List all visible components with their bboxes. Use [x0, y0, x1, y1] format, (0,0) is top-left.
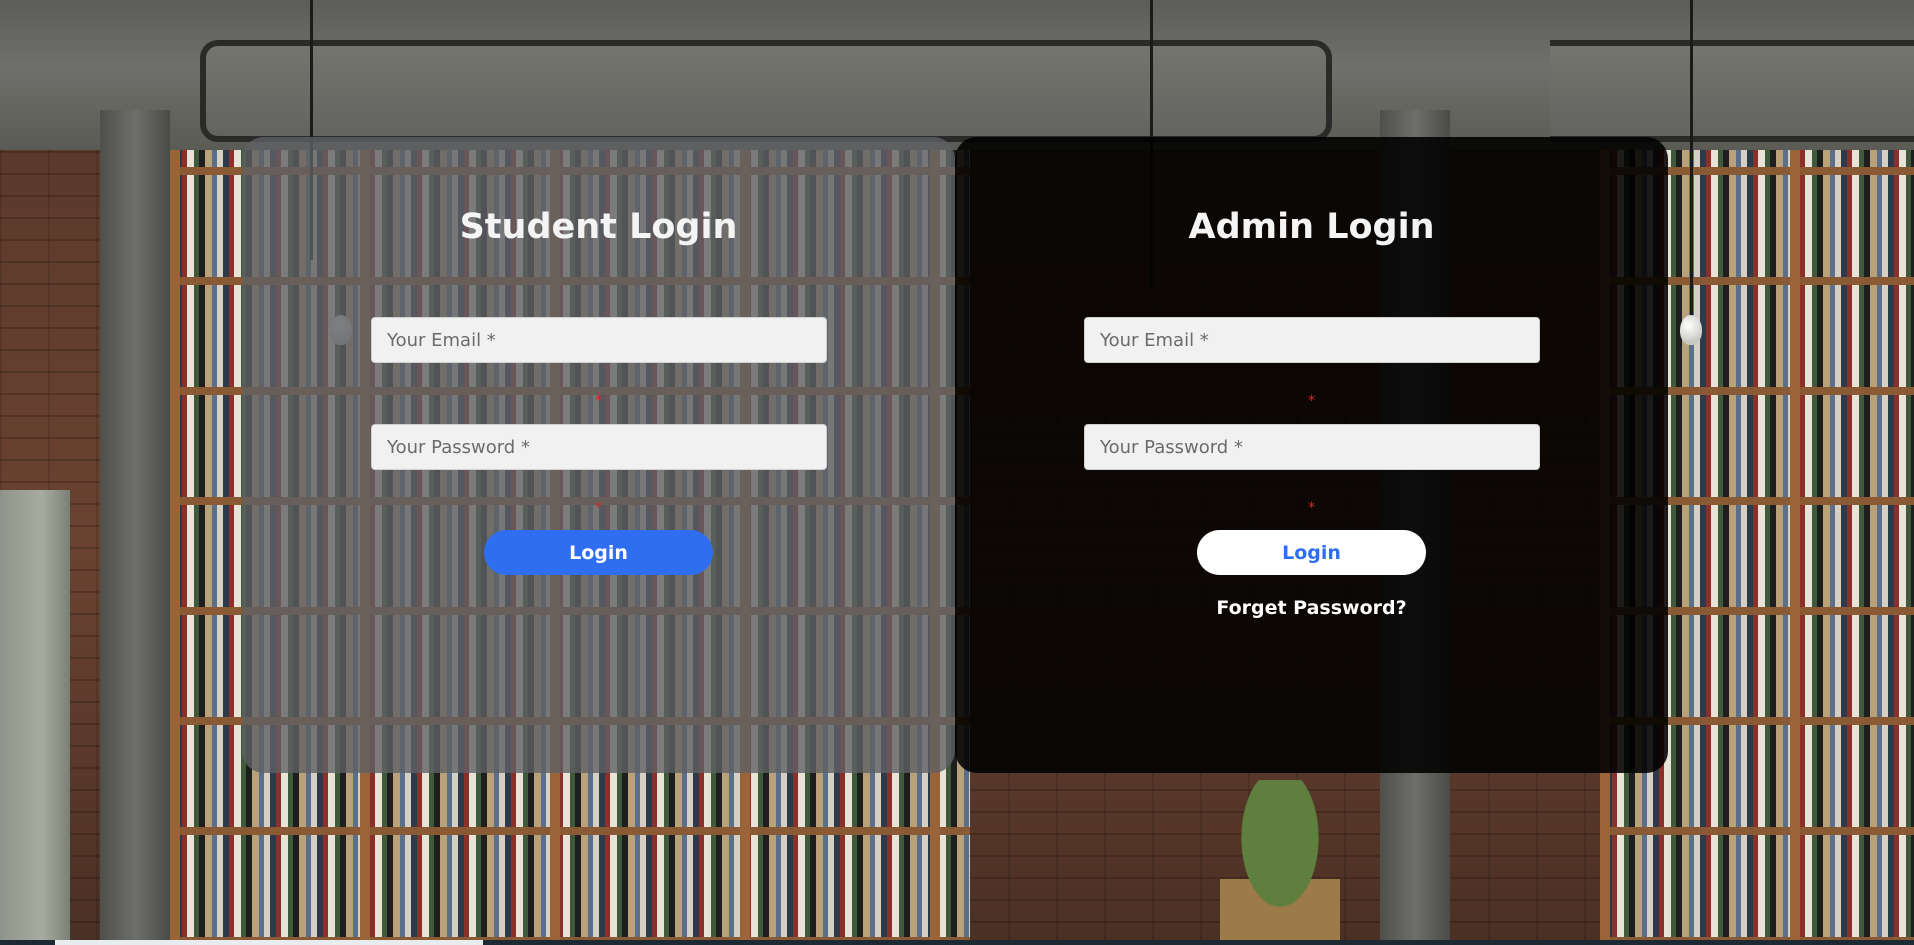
- student-email-required-marker: *: [595, 393, 602, 409]
- student-login-button[interactable]: Login: [484, 530, 713, 575]
- admin-email-required-marker: *: [1308, 393, 1315, 409]
- student-login-card: Student Login * * Login: [242, 137, 955, 773]
- background-pillar-left: [100, 110, 170, 945]
- background-beam: [200, 40, 1332, 142]
- admin-password-input[interactable]: [1084, 424, 1540, 470]
- student-password-required-marker: *: [595, 500, 602, 516]
- admin-login-card: Admin Login * * Login Forget Password?: [955, 137, 1668, 773]
- bottom-scroll-indicator: [55, 940, 483, 945]
- background-curtain: [0, 490, 70, 945]
- student-login-title: Student Login: [459, 207, 738, 247]
- forget-password-link[interactable]: Forget Password?: [955, 597, 1668, 619]
- background-plant: [1220, 780, 1340, 945]
- admin-login-button[interactable]: Login: [1197, 530, 1426, 575]
- student-password-input[interactable]: [371, 424, 827, 470]
- admin-login-title: Admin Login: [1188, 207, 1435, 247]
- light-bulb-icon: [1680, 315, 1702, 345]
- admin-email-input[interactable]: [1084, 317, 1540, 363]
- background-beam-right: [1550, 40, 1914, 142]
- background-cord: [1690, 0, 1693, 320]
- login-page: Student Login * * Login Admin Login * * …: [0, 0, 1914, 945]
- admin-password-required-marker: *: [1308, 500, 1315, 516]
- student-email-input[interactable]: [371, 317, 827, 363]
